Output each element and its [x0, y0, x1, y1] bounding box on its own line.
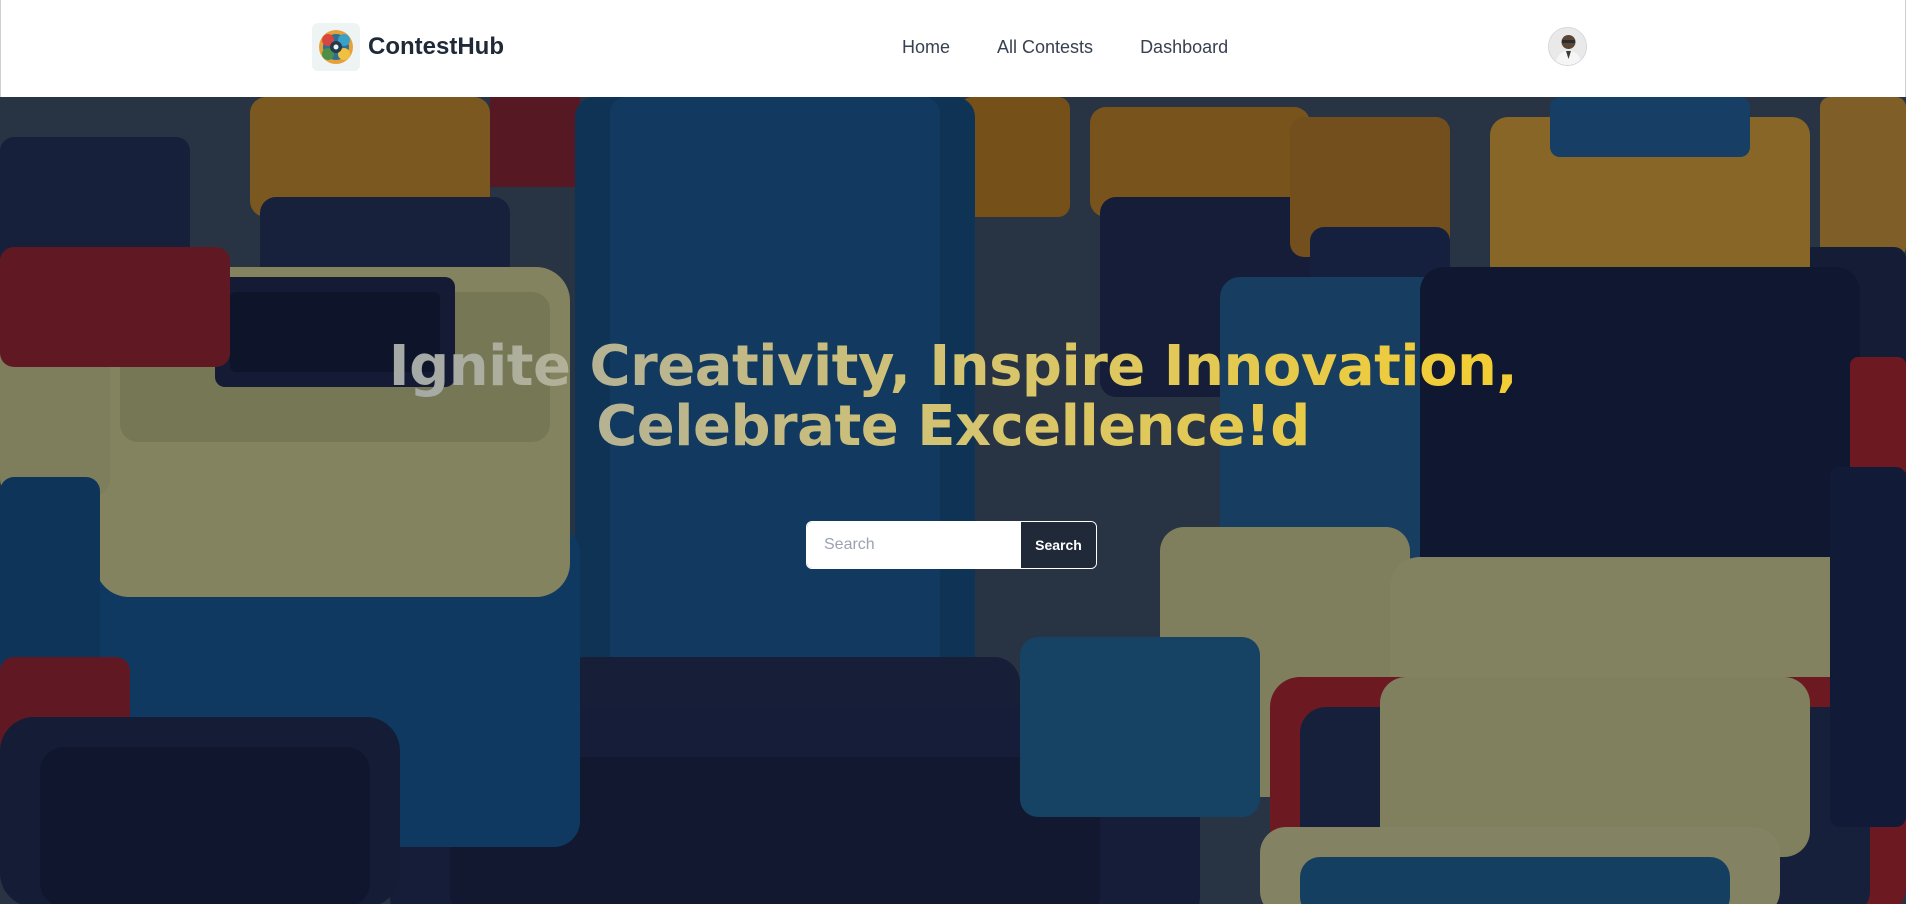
nav-item-dashboard[interactable]: Dashboard [1140, 37, 1228, 58]
gear-cluster-logo-icon [312, 23, 360, 71]
nav-item-home[interactable]: Home [902, 37, 950, 58]
hero-overlay [0, 97, 1906, 904]
navbar: ContestHub Home All Contests Dashboard [0, 0, 1906, 97]
brand[interactable]: ContestHub [312, 23, 504, 71]
main-nav: Home All Contests Dashboard [902, 37, 1228, 58]
hero-headline-line2: Celebrate Excellence!d [596, 394, 1310, 459]
hero-banner: Ignite Creativity, Inspire Innovation, C… [0, 97, 1906, 904]
search-input[interactable] [807, 522, 1021, 568]
hero-headline: Ignite Creativity, Inspire Innovation, C… [0, 337, 1906, 457]
user-avatar[interactable] [1548, 27, 1587, 66]
nav-item-all-contests[interactable]: All Contests [997, 37, 1093, 58]
search-button[interactable]: Search [1021, 522, 1096, 568]
brand-name: ContestHub [368, 33, 504, 60]
search-form: Search [806, 521, 1097, 569]
hero-headline-line1: Ignite Creativity, Inspire Innovation, [388, 334, 1518, 399]
